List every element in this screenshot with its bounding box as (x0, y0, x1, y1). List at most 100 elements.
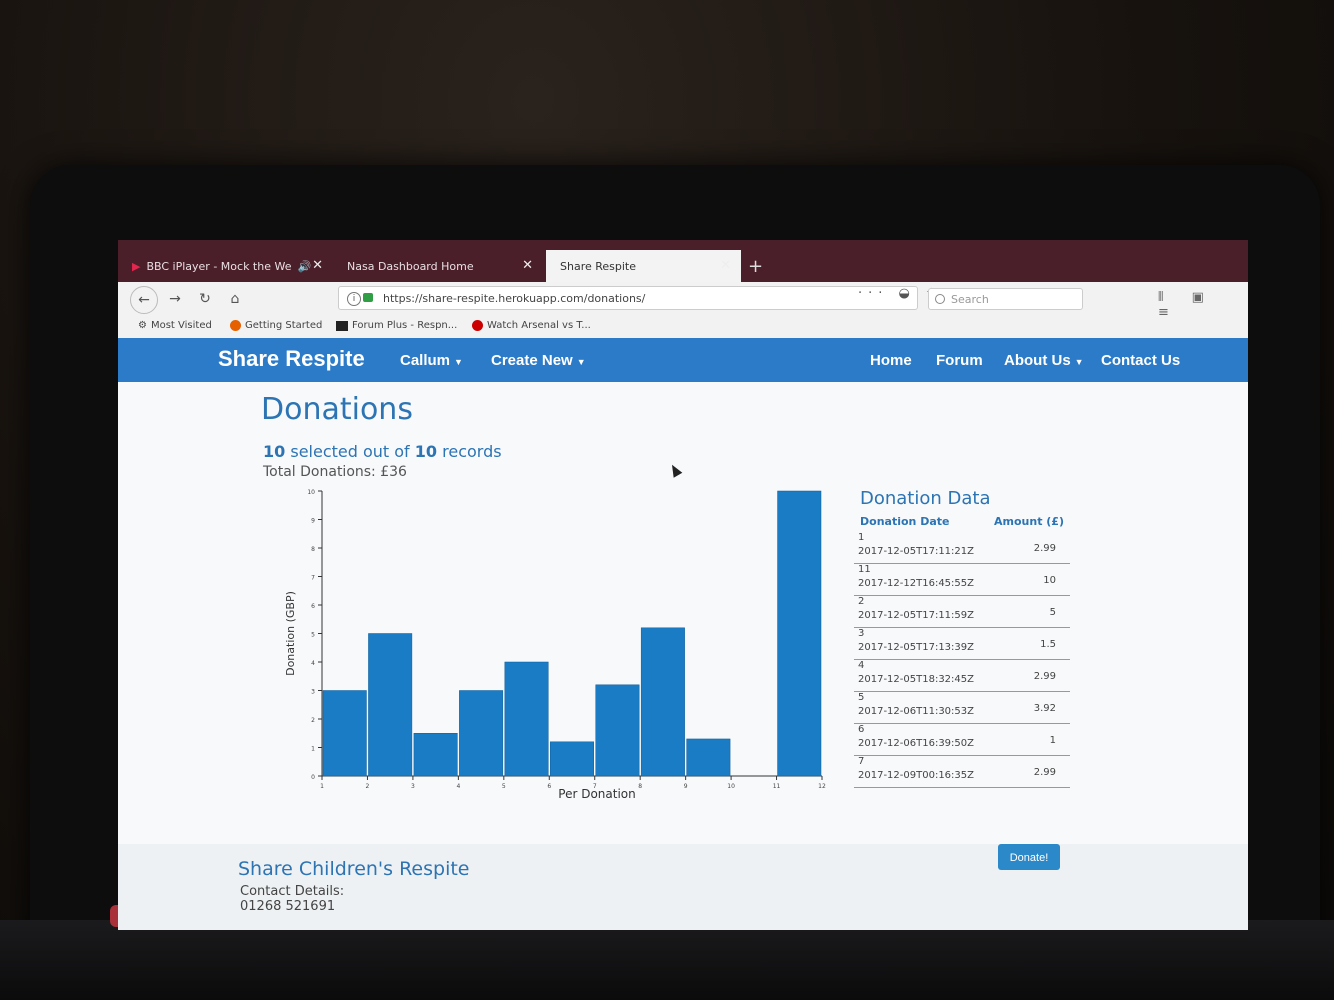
nav-home[interactable]: Home (870, 352, 912, 369)
donation-data-list: 1 2017-12-05T17:11:21Z 2.99 11 2017-12-12T16… (854, 532, 1070, 788)
col-date-header[interactable]: Donation Date (860, 515, 949, 528)
chart-bar[interactable] (368, 633, 413, 777)
records-text: records (437, 442, 502, 461)
donation-date: 2017-12-12T16:45:55Z (858, 578, 974, 589)
donation-row[interactable]: 1 2017-12-05T17:11:21Z 2.99 (854, 532, 1070, 564)
bookmark-label: Getting Started (245, 320, 323, 331)
chart-svg[interactable]: 0123456789101 2 3 4 5 6 7 8 9 10 11 12Per DonationD… (278, 488, 838, 808)
donation-id: 1 (858, 532, 865, 543)
donation-row[interactable]: 2 2017-12-05T17:11:59Z 5 (854, 596, 1070, 628)
speaker-icon[interactable]: 🔊 (297, 260, 311, 273)
brand-logo[interactable]: Share Respite (218, 346, 365, 372)
selected-text: selected out of (285, 442, 415, 461)
chart-bar[interactable] (640, 627, 685, 777)
footer: Share Children's Respite Contact Details… (118, 844, 1248, 930)
donation-date: 2017-12-05T18:32:45Z (858, 674, 974, 685)
donation-id: 7 (858, 756, 865, 767)
tab-bar: ▶ BBC iPlayer - Mock the We 🔊 ✕ Nasa Das… (118, 240, 1248, 282)
donation-data-header: Donation Date Amount (£) (854, 515, 1070, 528)
donation-amount: 2.99 (1033, 767, 1056, 778)
caret-down-icon: ▼ (454, 357, 463, 367)
sidebar-icon[interactable]: ▣ (1192, 290, 1216, 305)
donation-row[interactable]: 5 2017-12-06T11:30:53Z 3.92 (854, 692, 1070, 724)
search-icon (935, 294, 945, 304)
play-icon: ▶ (132, 259, 141, 273)
donation-row[interactable]: 11 2017-12-12T16:45:55Z 10 (854, 564, 1070, 596)
donation-row[interactable]: 7 2017-12-09T00:16:35Z 2.99 (854, 756, 1070, 788)
donation-amount: 3.92 (1033, 703, 1056, 714)
tab-label: BBC iPlayer - Mock the We (146, 259, 292, 273)
bookmark-watch-arsenal[interactable]: Watch Arsenal vs T... (472, 320, 591, 331)
y-tick-label: 3 (311, 689, 315, 696)
tab-nasa-dashboard[interactable]: Nasa Dashboard Home ✕ (333, 250, 543, 282)
firefox-icon (230, 320, 241, 331)
home-icon[interactable]: ⌂ (222, 286, 248, 312)
mouse-cursor-icon (667, 462, 683, 478)
nav-contact-us[interactable]: Contact Us (1101, 352, 1180, 369)
close-icon[interactable]: ✕ (312, 258, 323, 273)
chart-bar[interactable] (550, 741, 594, 777)
x-tick-label: 12 (818, 783, 826, 790)
lock-icon (363, 293, 373, 302)
donation-amount: 5 (1049, 607, 1056, 618)
new-tab-icon[interactable]: + (748, 256, 763, 277)
nav-forum[interactable]: Forum (936, 352, 983, 369)
chart-bar[interactable] (595, 684, 640, 777)
y-tick-label: 7 (311, 575, 315, 582)
close-icon[interactable]: ✕ (522, 258, 533, 273)
chart-bar[interactable] (777, 490, 822, 777)
donation-id: 11 (858, 564, 871, 575)
info-icon[interactable]: i (347, 292, 361, 306)
page-title: Donations (261, 392, 413, 427)
chart-bar[interactable] (413, 733, 458, 777)
reload-icon[interactable]: ↻ (192, 286, 218, 312)
donation-amount: 2.99 (1033, 543, 1056, 554)
donation-row[interactable]: 6 2017-12-06T16:39:50Z 1 (854, 724, 1070, 756)
selected-count: 10 (263, 442, 286, 461)
donation-id: 3 (858, 628, 865, 639)
bookmark-getting-started[interactable]: Getting Started (230, 320, 322, 331)
forward-icon[interactable]: → (162, 286, 188, 312)
chart-bar[interactable] (459, 690, 504, 777)
x-axis-label: Per Donation (558, 787, 635, 801)
tab-bbc-iplayer[interactable]: ▶ BBC iPlayer - Mock the We 🔊 ✕ (118, 250, 333, 282)
donation-id: 6 (858, 724, 865, 735)
url-bar[interactable]: i https://share-respite.herokuapp.com/do… (338, 286, 918, 310)
y-tick-label: 10 (307, 489, 315, 496)
total-donations: Total Donations: £36 (263, 464, 407, 480)
chart-bar[interactable] (322, 690, 367, 777)
nav-label: About Us (1004, 352, 1071, 369)
donation-chart[interactable]: 0 1 2 3 4 5 6 7 8 9 10 1 2 3 4 5 6 7 8 9 10 11 12 Per Donation D… (278, 488, 838, 808)
y-tick-label: 8 (311, 546, 315, 553)
search-input[interactable]: Search (928, 288, 1083, 310)
back-icon[interactable]: ← (130, 286, 158, 314)
tab-share-respite[interactable]: Share Respite ✕ (546, 250, 741, 282)
forum-icon (336, 320, 348, 331)
y-tick-label: 1 (311, 746, 315, 753)
pocket-icon[interactable]: ◒ (899, 286, 916, 301)
nav-label: Callum (400, 352, 451, 369)
col-amount-header[interactable]: Amount (£) (994, 515, 1064, 528)
more-actions-icon[interactable]: ··· (858, 286, 888, 301)
caret-down-icon: ▼ (576, 357, 586, 367)
library-icon[interactable]: ⫴ (1158, 290, 1175, 305)
donation-amount: 1 (1049, 735, 1056, 746)
screen: ▶ BBC iPlayer - Mock the We 🔊 ✕ Nasa Das… (118, 240, 1248, 930)
nav-about-us[interactable]: About Us ▼ (1004, 352, 1084, 369)
x-tick-label: 4 (456, 783, 460, 790)
chart-bar[interactable] (686, 738, 731, 777)
close-icon[interactable]: ✕ (720, 258, 731, 273)
chart-bar[interactable] (504, 661, 549, 777)
bookmark-most-visited[interactable]: ⚙ Most Visited (138, 320, 212, 331)
bookmark-forum-plus[interactable]: Forum Plus - Respn... (336, 320, 457, 331)
x-tick-label: 9 (684, 783, 688, 790)
nav-create-new[interactable]: Create New ▼ (491, 352, 586, 369)
bookmark-label: Watch Arsenal vs T... (487, 320, 591, 331)
nav-user-menu[interactable]: Callum ▼ (400, 352, 463, 369)
donation-date: 2017-12-06T11:30:53Z (858, 706, 974, 717)
donation-row[interactable]: 3 2017-12-05T17:13:39Z 1.5 (854, 628, 1070, 660)
donation-amount: 10 (1043, 575, 1056, 586)
donation-row[interactable]: 4 2017-12-05T18:32:45Z 2.99 (854, 660, 1070, 692)
donate-button[interactable]: Donate! (998, 844, 1060, 870)
donation-data-title: Donation Data (860, 488, 991, 509)
